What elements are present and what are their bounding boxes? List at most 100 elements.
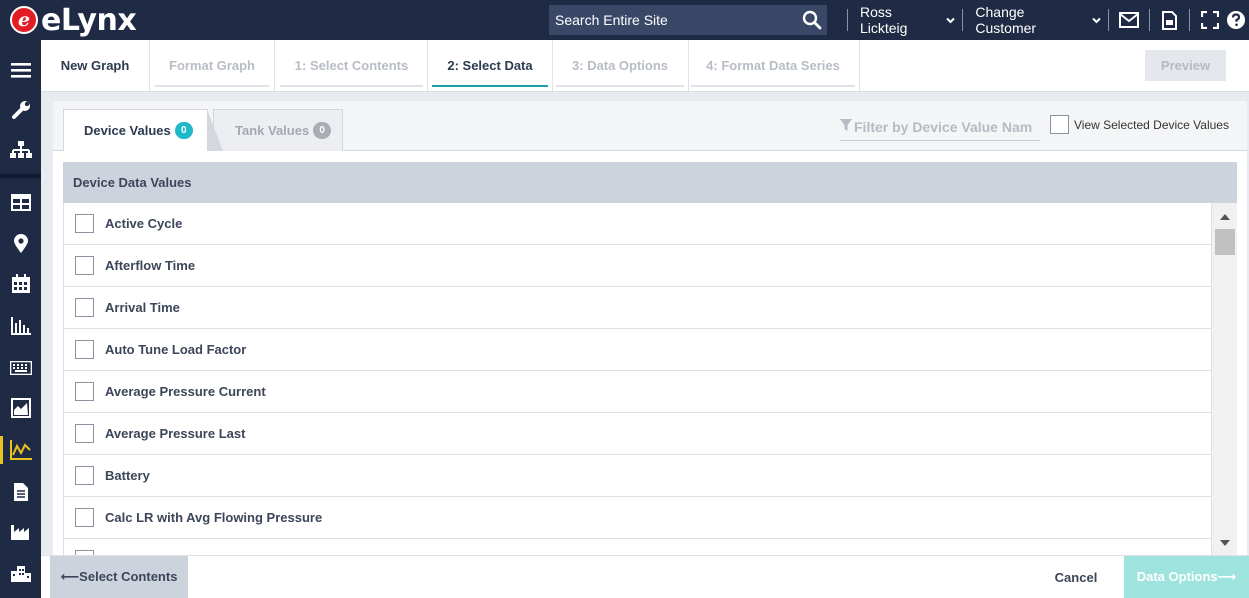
wizard-footer: ⟵Select Contents Cancel Data Options⟶ bbox=[41, 555, 1249, 598]
device-values-list: Active Cycle Afterflow Time Arrival Time… bbox=[63, 203, 1211, 555]
tab-underline-active bbox=[432, 85, 548, 87]
list-item[interactable]: Afterflow Time bbox=[64, 245, 1211, 287]
header-divider bbox=[1189, 9, 1191, 31]
tab-data-options[interactable]: 3: Data Options bbox=[552, 40, 688, 91]
count-badge: 0 bbox=[313, 122, 332, 139]
item-checkbox[interactable] bbox=[75, 340, 94, 359]
item-label: Average Pressure Current bbox=[105, 384, 266, 399]
tab-divider bbox=[859, 40, 860, 91]
scroll-up-arrow-icon[interactable] bbox=[1212, 207, 1238, 227]
tab-new-graph[interactable]: New Graph bbox=[49, 40, 141, 91]
map-marker-icon[interactable] bbox=[0, 226, 41, 262]
tab-label: 3: Data Options bbox=[571, 58, 669, 73]
list-header: Device Data Values bbox=[63, 162, 1237, 203]
back-select-contents-button[interactable]: ⟵Select Contents bbox=[50, 556, 188, 598]
tab-underline bbox=[691, 85, 855, 87]
tab-label: 4: Format Data Series bbox=[706, 58, 840, 73]
tab-underline bbox=[280, 85, 423, 87]
line-chart-icon[interactable] bbox=[0, 432, 41, 468]
change-customer-label: Change Customer bbox=[975, 4, 1037, 36]
item-checkbox[interactable] bbox=[75, 466, 94, 485]
chevron-down-icon bbox=[1092, 17, 1101, 24]
item-checkbox[interactable] bbox=[75, 256, 94, 275]
tab-tank-values[interactable]: Tank Values 0 bbox=[213, 109, 343, 151]
elynx-logo[interactable]: e eLynx bbox=[10, 0, 137, 40]
item-label: Average Pressure Last bbox=[105, 426, 246, 441]
sidebar-divider bbox=[0, 174, 41, 178]
calendar-icon[interactable] bbox=[0, 266, 41, 302]
area-chart-icon[interactable] bbox=[0, 390, 41, 426]
change-customer-menu[interactable]: Change Customer bbox=[970, 4, 1101, 36]
tab-divider bbox=[274, 40, 275, 91]
top-bar: e eLynx Ross Lickteig Change Customer bbox=[0, 0, 1249, 40]
list-item[interactable]: Average Pressure Last bbox=[64, 413, 1211, 455]
hamburger-menu-icon[interactable] bbox=[0, 52, 41, 88]
bar-chart-icon[interactable] bbox=[0, 308, 41, 344]
building-icon[interactable] bbox=[0, 556, 41, 592]
preview-button[interactable]: Preview bbox=[1145, 50, 1226, 81]
item-checkbox[interactable] bbox=[75, 508, 94, 527]
search-icon[interactable] bbox=[797, 5, 827, 35]
chevron-down-icon bbox=[946, 17, 956, 24]
scroll-down-arrow-icon[interactable] bbox=[1212, 533, 1238, 553]
tab-device-values[interactable]: Device Values 0 bbox=[63, 109, 223, 151]
item-label: Auto Tune Load Factor bbox=[105, 342, 247, 357]
list-item[interactable]: Calc LR with Avg Flowing Pressure bbox=[64, 497, 1211, 539]
list-item[interactable]: Arrival Time bbox=[64, 287, 1211, 329]
item-label: Calc LR with Avg Flowing Pressure bbox=[105, 510, 323, 525]
wrench-icon[interactable] bbox=[0, 92, 41, 128]
item-checkbox[interactable] bbox=[75, 298, 94, 317]
value-type-tabs: Tank Values 0 Device Values 0 View Selec… bbox=[53, 101, 1247, 151]
header-divider bbox=[847, 9, 848, 31]
header-divider bbox=[1107, 9, 1109, 31]
user-menu[interactable]: Ross Lickteig bbox=[855, 4, 956, 36]
tab-select-contents[interactable]: 1: Select Contents bbox=[276, 40, 427, 91]
item-checkbox[interactable] bbox=[75, 382, 94, 401]
tab-label: 2: Select Data bbox=[447, 58, 533, 73]
search-input[interactable] bbox=[549, 5, 797, 35]
list-item[interactable]: Battery bbox=[64, 455, 1211, 497]
tab-underline bbox=[556, 85, 684, 87]
list-scrollbar[interactable] bbox=[1211, 203, 1237, 555]
tab-format-data-series[interactable]: 4: Format Data Series bbox=[687, 40, 859, 91]
view-selected-checkbox[interactable] bbox=[1050, 115, 1069, 134]
tab-label: New Graph bbox=[60, 58, 130, 73]
tab-label: 1: Select Contents bbox=[294, 58, 409, 73]
mail-icon[interactable] bbox=[1116, 0, 1142, 40]
scrollbar-thumb[interactable] bbox=[1215, 229, 1235, 255]
view-selected-label: View Selected Device Values bbox=[1074, 117, 1229, 132]
logo-text: eLynx bbox=[41, 2, 137, 38]
list-item[interactable]: Average Pressure Current bbox=[64, 371, 1211, 413]
tab-label: Device Values bbox=[84, 123, 171, 138]
keyboard-icon[interactable] bbox=[0, 350, 41, 386]
view-selected-toggle[interactable]: View Selected Device Values bbox=[1050, 115, 1229, 134]
list-item[interactable]: Active Cycle bbox=[64, 203, 1211, 245]
document-icon[interactable] bbox=[1157, 0, 1183, 40]
fullscreen-icon[interactable] bbox=[1197, 0, 1223, 40]
tab-divider bbox=[149, 40, 150, 91]
select-data-panel: Tank Values 0 Device Values 0 View Selec… bbox=[53, 101, 1247, 555]
tab-select-data[interactable]: 2: Select Data bbox=[428, 40, 552, 91]
help-icon[interactable] bbox=[1223, 0, 1249, 40]
graph-wizard-tabs: New Graph Format Graph 1: Select Content… bbox=[41, 40, 1249, 92]
tab-label: Format Graph bbox=[169, 58, 255, 73]
filter-icon bbox=[840, 118, 852, 136]
next-data-options-button[interactable]: Data Options⟶ bbox=[1124, 556, 1249, 598]
table-icon[interactable] bbox=[0, 184, 41, 220]
list-item[interactable] bbox=[64, 539, 1211, 555]
item-label: Arrival Time bbox=[105, 300, 180, 315]
factory-icon[interactable] bbox=[0, 514, 41, 550]
file-text-icon[interactable] bbox=[0, 474, 41, 510]
item-checkbox[interactable] bbox=[75, 424, 94, 443]
cancel-button[interactable]: Cancel bbox=[1041, 556, 1111, 598]
user-name: Ross Lickteig bbox=[859, 4, 908, 36]
filter-input[interactable] bbox=[852, 119, 1032, 135]
logo-mark: e bbox=[10, 6, 38, 34]
tab-label: Tank Values bbox=[235, 123, 310, 138]
header-divider bbox=[1148, 9, 1150, 31]
item-checkbox[interactable] bbox=[75, 214, 94, 233]
header-actions: Ross Lickteig Change Customer bbox=[840, 0, 1249, 40]
org-chart-icon[interactable] bbox=[0, 132, 41, 168]
list-item[interactable]: Auto Tune Load Factor bbox=[64, 329, 1211, 371]
tab-format-graph[interactable]: Format Graph bbox=[151, 40, 273, 91]
